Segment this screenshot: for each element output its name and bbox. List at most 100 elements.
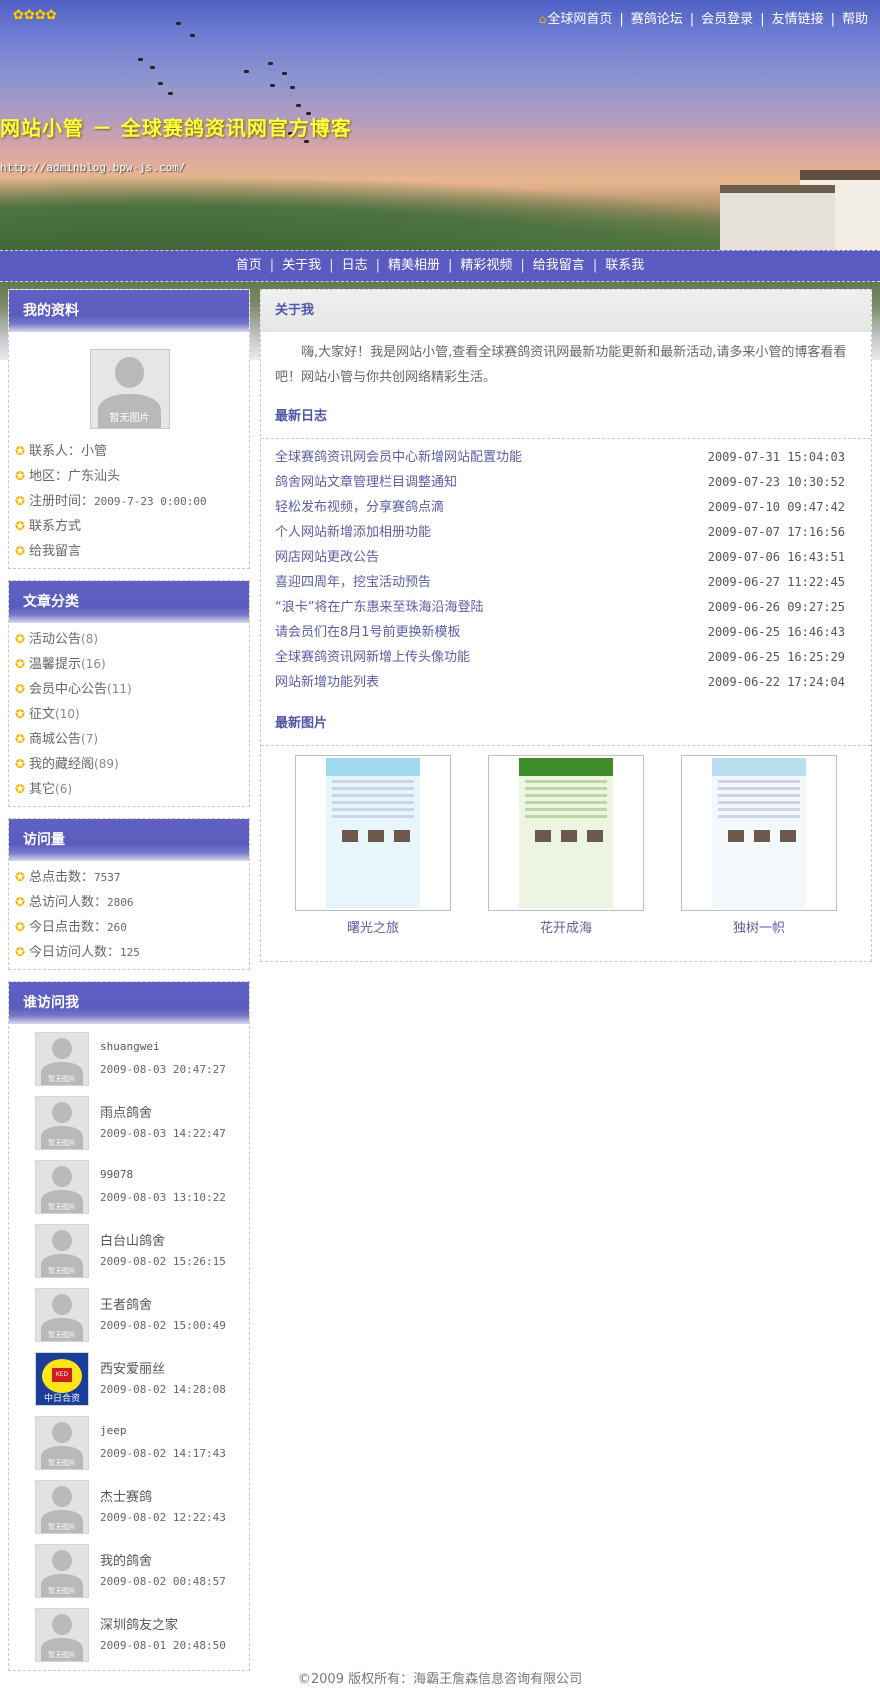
visitor-name[interactable]: 我的鸽舍 [100,1550,152,1569]
visitor-item[interactable]: 暂无图片 shuangwei 2009-08-03 20:47:27 [15,1026,244,1090]
visitor-avatar[interactable]: 暂无图片 [35,1096,89,1150]
log-item: 网店网站更改公告 2009-07-06 16:43:51 [275,545,857,570]
latest-pics-gallery: 曙光之旅 花开成海 独树一帜 [261,745,871,961]
visitor-name[interactable]: jeep [100,1424,127,1437]
visitor-name[interactable]: 西安爱丽丝 [100,1358,165,1377]
visitor-logo-avatar[interactable]: KED 中日合资 [35,1352,89,1406]
pic-preview [326,758,420,908]
pic-item[interactable]: 曙光之旅 [295,755,451,936]
visitor-item[interactable]: 暂无图片 王者鸽舍 2009-08-02 15:00:49 [15,1282,244,1346]
visitor-avatar[interactable]: 暂无图片 [35,1416,89,1470]
visitor-item[interactable]: KED 中日合资 西安爱丽丝 2009-08-02 14:28:08 [15,1346,244,1410]
category-item[interactable]: ✪ 征文(10) [15,702,244,727]
visitor-item[interactable]: 暂无图片 雨点鸽舍 2009-08-03 14:22:47 [15,1090,244,1154]
nav-log[interactable]: 日志 [342,258,368,273]
visitor-item[interactable]: 暂无图片 99078 2009-08-03 13:10:22 [15,1154,244,1218]
visitor-item[interactable]: 暂无图片 杰士赛鸽 2009-08-02 12:22:43 [15,1474,244,1538]
profile-region: ✪ 地区：广东汕头 [15,469,121,484]
log-title-link[interactable]: 轻松发布视频，分享赛鸽点滴 [275,500,444,515]
pic-item[interactable]: 独树一帜 [681,755,837,936]
visitor-name[interactable]: 深圳鸽友之家 [100,1614,178,1633]
visitor-avatar[interactable]: 暂无图片 [35,1608,89,1662]
pic-label[interactable]: 曙光之旅 [295,917,451,936]
contact-method-link[interactable]: ✪ 联系方式 [15,514,244,539]
pic-preview [712,758,806,908]
profile-regtime: ✪ 注册时间：2009-7-23 0:00:00 [15,494,207,509]
log-title-link[interactable]: 个人网站新增添加相册功能 [275,525,431,540]
about-text: 嗨,大家好！我是网站小管,查看全球赛鸽资讯网最新功能更新和最新活动,请多来小管的… [275,345,847,385]
nav-album[interactable]: 精美相册 [388,258,440,273]
log-title-link[interactable]: 喜迎四周年，挖宝活动预告 [275,575,431,590]
category-item[interactable]: ✪ 其它(6) [15,777,244,802]
log-title-link[interactable]: “浪卡”将在广东惠来至珠海沿海登陆 [275,600,483,615]
log-title-link[interactable]: 网站新增功能列表 [275,675,379,690]
pic-item[interactable]: 花开成海 [488,755,644,936]
star-icon: ✿ [23,8,35,23]
home-icon: ⌂ [538,12,547,26]
top-link-home[interactable]: 全球网首页 [547,12,612,27]
log-title-link[interactable]: 全球赛鸽资讯网会员中心新增网站配置功能 [275,450,522,465]
visitor-avatar[interactable]: 暂无图片 [35,1480,89,1534]
visitor-name[interactable]: shuangwei [100,1040,160,1053]
log-date: 2009-07-31 15:04:03 [707,450,845,464]
star-icon: ✪ [15,870,26,884]
pic-thumbnail[interactable] [488,755,644,911]
site-url[interactable]: http://adminblog.bpw-js.com/ [0,161,185,174]
nav-contact[interactable]: 联系我 [605,258,644,273]
visitor-time: 2009-08-02 12:22:43 [100,1511,226,1524]
visitor-avatar[interactable]: 暂无图片 [35,1160,89,1214]
visitor-time: 2009-08-02 15:00:49 [100,1319,226,1332]
rating-stars: ✿✿✿✿ [13,8,57,23]
visitor-avatar[interactable]: 暂无图片 [35,1544,89,1598]
visitor-avatar[interactable]: 暂无图片 [35,1288,89,1342]
visitor-avatar[interactable]: 暂无图片 [35,1032,89,1086]
log-title-link[interactable]: 鸽舍网站文章管理栏目调整通知 [275,475,457,490]
visitor-item[interactable]: 暂无图片 白台山鸽舍 2009-08-02 15:26:15 [15,1218,244,1282]
category-item[interactable]: ✪ 会员中心公告(11) [15,677,244,702]
log-item: 鸽舍网站文章管理栏目调整通知 2009-07-23 10:30:52 [275,470,857,495]
visitor-item[interactable]: 暂无图片 我的鸽舍 2009-08-02 00:48:57 [15,1538,244,1602]
visitor-name[interactable]: 99078 [100,1168,133,1181]
visitor-name[interactable]: 杰士赛鸽 [100,1486,152,1505]
category-item[interactable]: ✪ 活动公告(8) [15,627,244,652]
top-link-help[interactable]: 帮助 [842,12,868,27]
category-item[interactable]: ✪ 我的藏经阁(89) [15,752,244,777]
top-link-forum[interactable]: 赛鸽论坛 [631,12,683,27]
pic-label[interactable]: 独树一帜 [681,917,837,936]
nav-video[interactable]: 精彩视频 [460,258,512,273]
visitor-avatar[interactable]: 暂无图片 [35,1224,89,1278]
pic-label[interactable]: 花开成海 [488,917,644,936]
visitor-item[interactable]: 暂无图片 深圳鸽友之家 2009-08-01 20:48:50 [15,1602,244,1666]
log-title-link[interactable]: 请会员们在8月1号前更换新模板 [275,625,461,640]
top-links: ⌂全球网首页 | 赛鸽论坛 | 会员登录 | 友情链接 | 帮助 [539,8,868,27]
log-title-link[interactable]: 全球赛鸽资讯网新增上传头像功能 [275,650,470,665]
star-icon: ✿ [13,8,24,23]
log-date: 2009-07-10 09:47:42 [707,500,845,514]
visitor-time: 2009-08-02 15:26:15 [100,1255,226,1268]
top-link-friends[interactable]: 友情链接 [772,12,824,27]
nav-home[interactable]: 首页 [236,258,262,273]
log-item: 个人网站新增添加相册功能 2009-07-07 17:16:56 [275,520,857,545]
visitor-name[interactable]: 雨点鸽舍 [100,1102,152,1121]
star-icon: ✪ [15,682,26,696]
pic-thumbnail[interactable] [295,755,451,911]
log-title-link[interactable]: 网店网站更改公告 [275,550,379,565]
visitor-time: 2009-08-02 14:17:43 [100,1447,226,1460]
visitor-name[interactable]: 白台山鸽舍 [100,1230,165,1249]
visit-stat: ✪ 总访问人数：2806 [15,895,134,910]
log-item: 全球赛鸽资讯网会员中心新增网站配置功能 2009-07-31 15:04:03 [275,445,857,470]
category-item[interactable]: ✪ 商城公告(7) [15,727,244,752]
pic-thumbnail[interactable] [681,755,837,911]
leave-message-link[interactable]: ✪ 给我留言 [15,539,244,564]
separator: | [830,12,835,27]
log-item: “浪卡”将在广东惠来至珠海沿海登陆 2009-06-26 09:27:25 [275,595,857,620]
visitor-name[interactable]: 王者鸽舍 [100,1294,152,1313]
category-item[interactable]: ✪ 温馨提示(16) [15,652,244,677]
log-date: 2009-06-26 09:27:25 [707,600,845,614]
nav-about[interactable]: 关于我 [282,258,321,273]
top-link-login[interactable]: 会员登录 [701,12,753,27]
visitor-item[interactable]: 暂无图片 jeep 2009-08-02 14:17:43 [15,1410,244,1474]
nav-message[interactable]: 给我留言 [533,258,585,273]
star-icon: ✿ [45,8,57,23]
visits-box: 访问量 ✪ 总点击数：7537 ✪ 总访问人数：2806 ✪ 今日点击数：260 ✪ 今… [8,818,250,970]
